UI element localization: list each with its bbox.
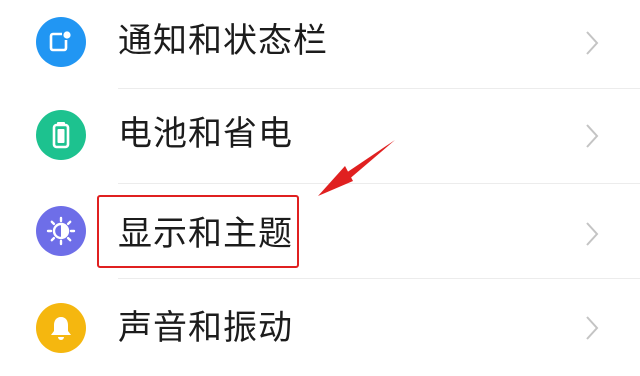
settings-item-sound-vibration[interactable]: 声音和振动 <box>0 279 640 373</box>
bell-icon <box>36 303 86 353</box>
notification-icon <box>36 17 86 67</box>
settings-item-notifications[interactable]: 通知和状态栏 <box>0 0 640 90</box>
settings-item-battery[interactable]: 电池和省电 <box>0 89 640 183</box>
settings-item-label: 通知和状态栏 <box>118 21 328 61</box>
chevron-right-icon <box>586 222 599 246</box>
chevron-right-icon <box>586 124 599 148</box>
brightness-icon <box>36 206 86 256</box>
settings-item-display-theme[interactable]: 显示和主题 <box>0 184 640 278</box>
settings-screen: 通知和状态栏 电池和省电 显示和主题 声音和振动 <box>0 0 640 376</box>
chevron-right-icon <box>586 31 599 55</box>
settings-list: 通知和状态栏 电池和省电 显示和主题 声音和振动 <box>0 0 640 376</box>
battery-icon <box>36 110 86 160</box>
settings-item-label: 声音和振动 <box>118 308 293 348</box>
chevron-right-icon <box>586 316 599 340</box>
settings-item-label: 电池和省电 <box>118 114 293 154</box>
highlight-box <box>97 195 299 268</box>
